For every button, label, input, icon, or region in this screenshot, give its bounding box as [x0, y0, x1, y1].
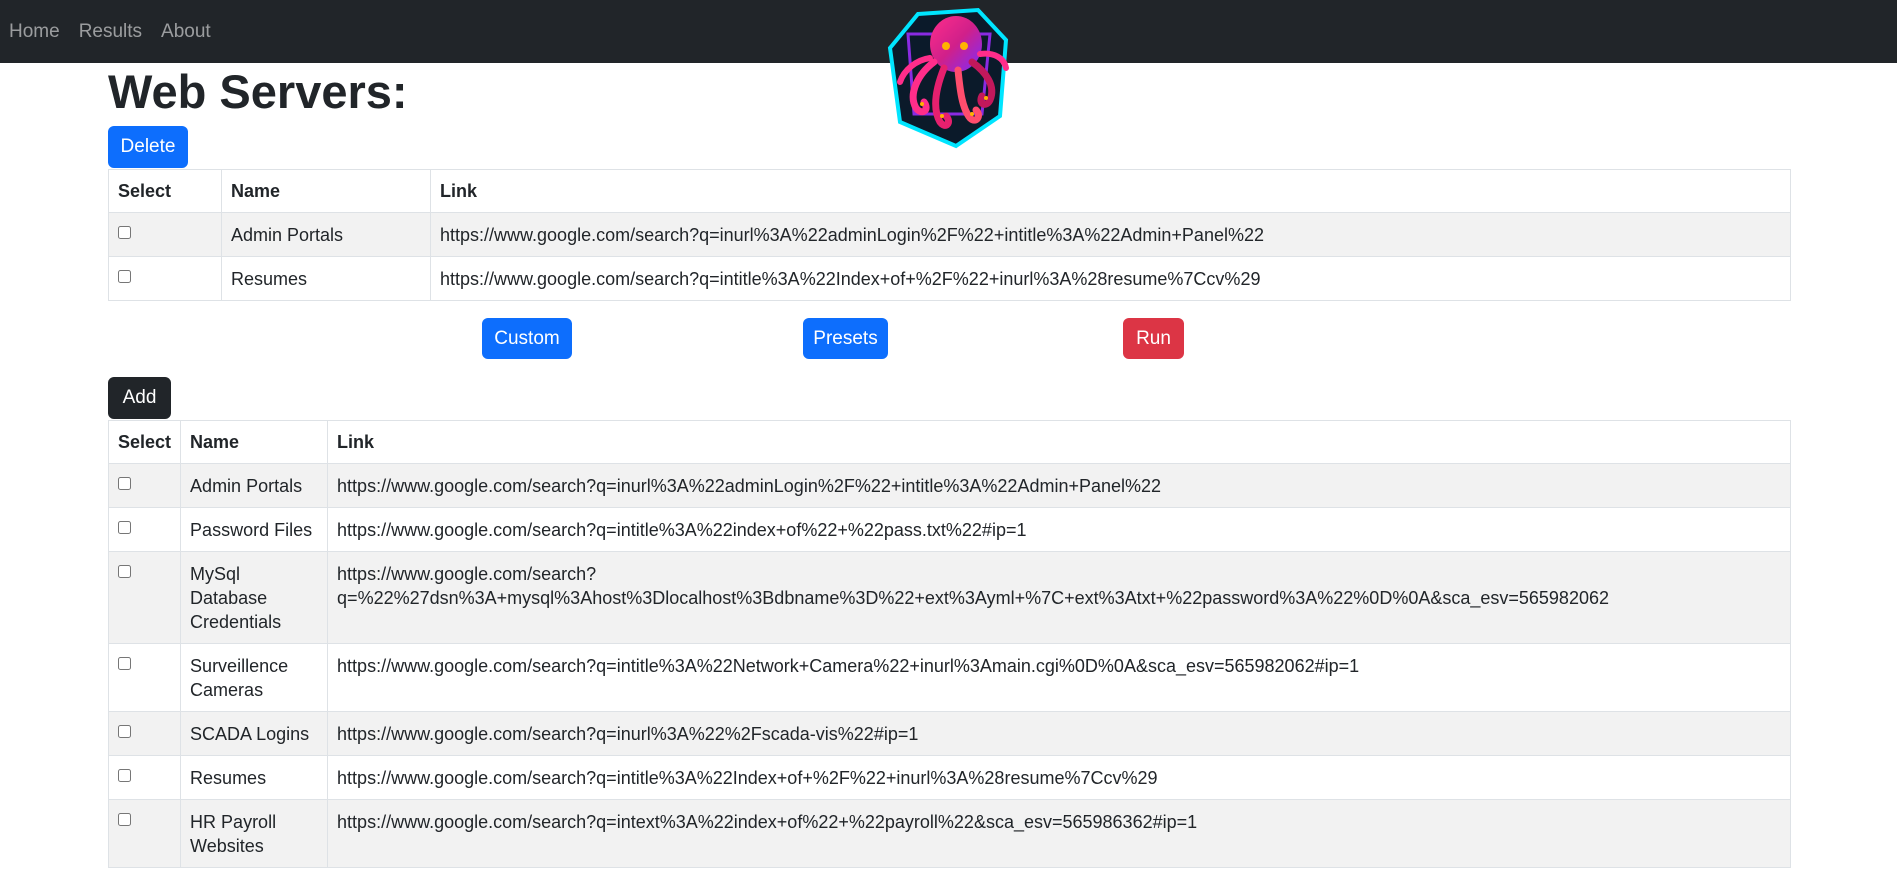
table-row: Password Files https://www.google.com/sea…	[107, 507, 1791, 552]
table-row: Admin Portals https://www.google.com/sear…	[108, 212, 1791, 257]
table-row: MySql Database Credentials https://www.go…	[107, 551, 1791, 644]
row-link: https://www.google.com/search?q=intext%3…	[327, 799, 1791, 868]
octopus-logo	[878, 4, 1020, 150]
row-select-checkbox[interactable]	[118, 565, 131, 578]
table-row: Surveillence Cameras https://www.google.c…	[107, 643, 1791, 712]
select-cell	[107, 755, 182, 800]
row-link: https://www.google.com/search?q=inurl%3A…	[430, 212, 1791, 257]
nav-home-link[interactable]: Home	[9, 21, 60, 43]
row-select-checkbox[interactable]	[118, 521, 131, 534]
table-row: Resumes https://www.google.com/search?q=i…	[107, 755, 1791, 800]
select-cell	[108, 212, 222, 257]
row-link: https://www.google.com/search?q=intitle%…	[327, 507, 1791, 552]
select-cell	[107, 551, 182, 644]
table-row: Resumes https://www.google.com/search?q=i…	[108, 256, 1791, 301]
table-row: Admin Portals https://www.google.com/sear…	[107, 463, 1791, 508]
select-cell	[107, 507, 182, 552]
row-select-checkbox[interactable]	[118, 657, 131, 670]
row-name: MySql Database Credentials	[180, 551, 329, 644]
row-select-checkbox[interactable]	[118, 226, 131, 239]
row-select-checkbox[interactable]	[118, 725, 131, 738]
select-cell	[107, 643, 182, 712]
table-row: HR Payroll Websites https://www.google.co…	[107, 799, 1791, 868]
delete-button[interactable]: Delete	[108, 126, 188, 168]
name-column-header: Name	[221, 169, 431, 213]
table-header-row: Select Name Link	[107, 420, 1791, 464]
row-link: https://www.google.com/search?q=%22%27ds…	[327, 551, 1791, 644]
row-link: https://www.google.com/search?q=intitle%…	[430, 256, 1791, 301]
row-name: SCADA Logins	[180, 711, 329, 756]
table-header-row: Select Name Link	[108, 169, 1791, 213]
table-row: SCADA Logins https://www.google.com/searc…	[107, 711, 1791, 756]
row-name: Resumes	[180, 755, 329, 800]
select-column-header: Select	[108, 169, 222, 213]
select-column-header: Select	[107, 420, 182, 464]
row-select-checkbox[interactable]	[118, 477, 131, 490]
row-name: Password Files	[180, 507, 329, 552]
nav-about-link[interactable]: About	[161, 21, 211, 43]
selected-links-table: Select Name Link Admin Portals https://ww…	[108, 169, 1791, 301]
presets-button[interactable]: Presets	[803, 318, 888, 359]
row-name: Admin Portals	[221, 212, 431, 257]
page-title: Web Servers:	[108, 65, 408, 118]
row-name: HR Payroll Websites	[180, 799, 329, 868]
row-name: Surveillence Cameras	[180, 643, 329, 712]
row-select-checkbox[interactable]	[118, 769, 131, 782]
row-link: https://www.google.com/search?q=intitle%…	[327, 755, 1791, 800]
row-select-checkbox[interactable]	[118, 270, 131, 283]
link-column-header: Link	[430, 169, 1791, 213]
row-link: https://www.google.com/search?q=intitle%…	[327, 643, 1791, 712]
preset-links-table: Select Name Link Admin Portals https://ww…	[107, 420, 1791, 868]
run-button[interactable]: Run	[1123, 318, 1184, 359]
row-name: Admin Portals	[180, 463, 329, 508]
row-link: https://www.google.com/search?q=inurl%3A…	[327, 463, 1791, 508]
custom-button[interactable]: Custom	[482, 318, 572, 359]
select-cell	[108, 256, 222, 301]
add-button[interactable]: Add	[108, 377, 171, 419]
nav-results-link[interactable]: Results	[79, 21, 142, 43]
select-cell	[107, 799, 182, 868]
row-select-checkbox[interactable]	[118, 813, 131, 826]
select-cell	[107, 463, 182, 508]
row-name: Resumes	[221, 256, 431, 301]
link-column-header: Link	[327, 420, 1791, 464]
name-column-header: Name	[180, 420, 329, 464]
select-cell	[107, 711, 182, 756]
row-link: https://www.google.com/search?q=inurl%3A…	[327, 711, 1791, 756]
